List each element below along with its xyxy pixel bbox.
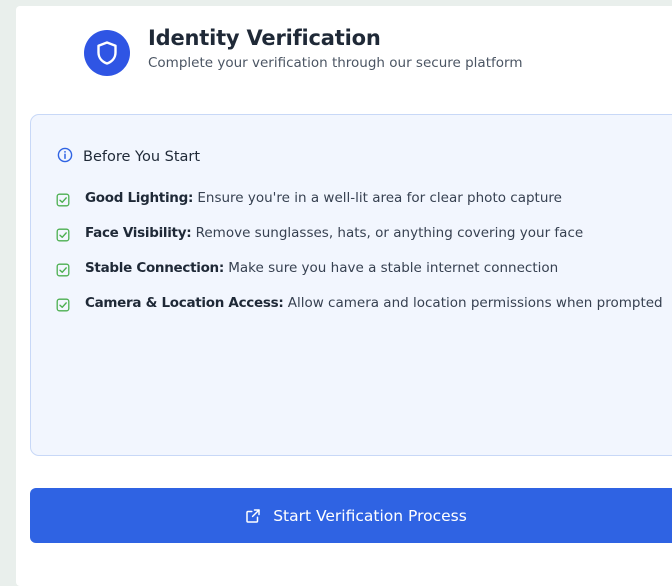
- tip-face-visibility: Face Visibility: Remove sunglasses, hats…: [56, 223, 672, 244]
- page-subtitle: Complete your verification through our s…: [148, 55, 523, 71]
- tip-text: Good Lighting: Ensure you're in a well-l…: [85, 188, 672, 209]
- check-square-icon: [56, 227, 70, 246]
- tip-description: Allow camera and location permissions wh…: [283, 295, 663, 311]
- tip-description: Ensure you're in a well-lit area for cle…: [193, 190, 562, 206]
- external-link-icon: [245, 508, 261, 524]
- start-verification-label: Start Verification Process: [273, 506, 467, 525]
- tip-description: Remove sunglasses, hats, or anything cov…: [191, 225, 584, 241]
- start-verification-button[interactable]: Start Verification Process: [30, 488, 672, 543]
- before-you-start-panel: Before You Start Good Lighting: Ensure y…: [30, 114, 672, 456]
- tip-text: Camera & Location Access: Allow camera a…: [85, 293, 672, 314]
- before-you-start-heading: Before You Start: [57, 147, 200, 167]
- tip-title: Face Visibility:: [85, 225, 192, 241]
- check-square-icon: [56, 192, 70, 211]
- page-title: Identity Verification: [148, 26, 381, 50]
- tip-title: Stable Connection:: [85, 260, 224, 276]
- before-you-start-label: Before You Start: [83, 149, 201, 165]
- tip-stable-connection: Stable Connection: Make sure you have a …: [56, 258, 672, 279]
- tip-camera-location-access: Camera & Location Access: Allow camera a…: [56, 293, 672, 314]
- shield-icon: [84, 30, 130, 76]
- header: Identity Verification Complete your veri…: [84, 24, 522, 76]
- tip-description: Make sure you have a stable internet con…: [223, 260, 559, 276]
- tip-title: Camera & Location Access:: [85, 295, 284, 311]
- check-square-icon: [56, 262, 70, 281]
- info-icon: [57, 147, 73, 167]
- tip-text: Stable Connection: Make sure you have a …: [85, 258, 672, 279]
- tip-text: Face Visibility: Remove sunglasses, hats…: [85, 223, 672, 244]
- tip-good-lighting: Good Lighting: Ensure you're in a well-l…: [56, 188, 672, 209]
- tip-title: Good Lighting:: [85, 190, 194, 206]
- verification-card: Identity Verification Complete your veri…: [16, 6, 672, 586]
- check-square-icon: [56, 297, 70, 316]
- tips-list: Good Lighting: Ensure you're in a well-l…: [56, 188, 672, 328]
